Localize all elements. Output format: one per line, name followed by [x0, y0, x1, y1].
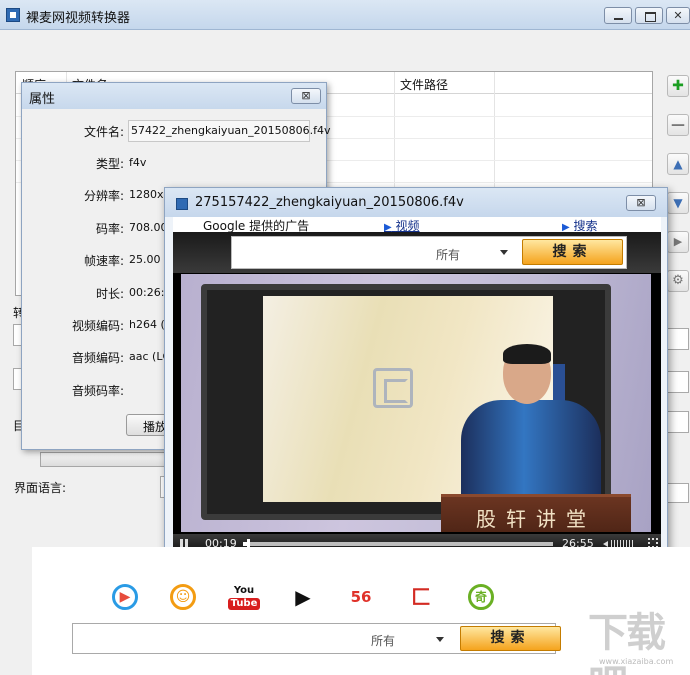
type-value: f4v [129, 156, 147, 169]
remove-file-button[interactable]: — [667, 114, 689, 136]
move-up-button[interactable]: ▲ [667, 153, 689, 175]
bitrate-label: 码率: [95, 222, 124, 236]
video-frame[interactable]: 股轩讲堂 [181, 274, 651, 532]
settings-gear-icon[interactable]: ⚙ [667, 270, 689, 292]
player-title: 275157422_zhengkaiyuan_20150806.f4v [195, 195, 464, 210]
podium-text: 股轩讲堂 [476, 507, 596, 531]
move-down-button[interactable]: ▼ [667, 192, 689, 214]
tudou-icon[interactable]: ☺ [170, 584, 196, 610]
app-icon [6, 8, 20, 22]
letv-icon[interactable]: 匚 [408, 584, 434, 610]
youtube-icon[interactable]: You Tube [228, 585, 260, 611]
56-icon[interactable]: 56 [346, 584, 376, 610]
seek-bar[interactable] [243, 539, 553, 549]
type-label: 类型: [95, 157, 124, 171]
filename-value[interactable]: 57422_zhengkaiyuan_20150806.f4v [128, 120, 331, 142]
audio-bitrate-label: 音频码率: [71, 384, 124, 398]
player-search-strip: 所有 搜索 [173, 232, 661, 273]
player-titlebar: 275157422_zhengkaiyuan_20150806.f4v ⊠ [165, 188, 667, 217]
filename-label: 文件名: [83, 125, 124, 139]
framerate-value: 25.00 f [129, 253, 168, 266]
bitrate-value: 708.00 [129, 221, 168, 234]
bottom-search-button[interactable]: 搜索 [460, 626, 561, 651]
chevron-down-icon[interactable] [436, 637, 444, 642]
language-label: 界面语言: [14, 481, 67, 495]
qiyi-icon[interactable]: 奇 [468, 584, 494, 610]
minimize-button[interactable] [604, 7, 632, 24]
properties-title: 属性 [29, 92, 56, 107]
main-window-title: 裸麦网视频转换器 [26, 11, 131, 26]
right-field[interactable] [667, 483, 689, 503]
youku-icon[interactable]: ▶ [112, 584, 138, 610]
chevron-down-icon[interactable] [500, 250, 508, 255]
video-player-window: 275157422_zhengkaiyuan_20150806.f4v ⊠ Go… [164, 187, 668, 558]
player-app-icon [176, 198, 188, 210]
player-search-button[interactable]: 搜索 [522, 239, 623, 265]
ad-link-video-label: 视频 [395, 219, 420, 233]
duration-label: 时长: [95, 287, 124, 301]
main-titlebar: 裸麦网视频转换器 ✕ [0, 0, 690, 30]
add-file-button[interactable]: ✚ [667, 75, 689, 97]
video-scene-logo [373, 368, 413, 408]
close-button[interactable]: ✕ [666, 7, 690, 24]
youtube-bottom: Tube [228, 598, 260, 610]
video-scene-podium: 股轩讲堂 [441, 494, 631, 532]
iqiyi-pps-icon[interactable]: ▶ [290, 584, 316, 610]
properties-titlebar: 属性 ⊠ [22, 83, 326, 109]
bottom-search-category-select[interactable]: 所有 [371, 632, 395, 649]
video-scene-speaker-hair [503, 344, 551, 364]
properties-close-button[interactable]: ⊠ [291, 88, 321, 104]
ad-bar: Google 提供的广告 ▶ 视频 ▶ 搜索 [173, 217, 661, 233]
youtube-top: You [233, 585, 255, 596]
video-codec-label: 视频编码: [71, 319, 124, 333]
watermark-url: www.xiazaiba.com [599, 657, 674, 666]
player-body: Google 提供的广告 ▶ 视频 ▶ 搜索 所有 搜索 股轩讲堂 00:19 … [173, 217, 661, 554]
bottom-search-panel: ▶ ☺ YouTube ▶ 56 匚 奇 所有 搜索 下载吧 www.xiaza… [32, 547, 690, 675]
resolution-label: 分辨率: [83, 189, 124, 203]
audio-codec-label: 音频编码: [71, 351, 124, 365]
play-file-button[interactable]: ▶ [667, 231, 689, 253]
ad-link-search-label: 搜索 [573, 219, 598, 233]
maximize-button[interactable] [635, 7, 663, 24]
player-search-input[interactable]: 所有 搜索 [231, 236, 627, 269]
framerate-label: 帧速率: [83, 254, 124, 268]
column-header-file-path[interactable]: 文件路径 [400, 76, 448, 93]
player-search-category-select[interactable]: 所有 [436, 246, 460, 263]
right-field[interactable] [667, 411, 689, 433]
player-close-button[interactable]: ⊠ [626, 195, 656, 211]
right-field[interactable] [667, 328, 689, 350]
right-field[interactable] [667, 371, 689, 393]
